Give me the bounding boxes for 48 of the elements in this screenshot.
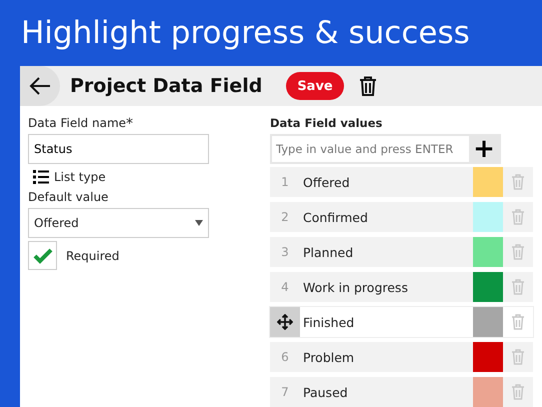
back-arrow-icon: [29, 77, 51, 96]
row-number: 1: [280, 175, 290, 190]
required-mark: *: [126, 116, 134, 132]
value-row[interactable]: 2 Confirmed: [270, 202, 533, 232]
save-button[interactable]: Save: [286, 72, 344, 100]
value-row[interactable]: 1 Offered: [270, 167, 533, 198]
row-number: 3: [280, 245, 290, 260]
color-swatch[interactable]: [473, 167, 503, 198]
drag-handle[interactable]: [270, 307, 300, 338]
value-label: Finished: [302, 314, 356, 330]
value-label: Paused: [302, 384, 349, 400]
caret-icon: [195, 220, 203, 226]
row-number: 2: [280, 210, 290, 224]
color-swatch[interactable]: [473, 237, 503, 268]
color-swatch[interactable]: [473, 377, 503, 407]
color-swatch[interactable]: [473, 342, 503, 372]
new-value-input-field[interactable]: Type in value and press ENTER: [272, 136, 469, 162]
row-number: 4: [280, 280, 290, 294]
value-label: Planned: [302, 244, 354, 260]
add-button[interactable]: +: [469, 136, 499, 162]
required-label: Required: [66, 248, 120, 263]
field-label: Default value: [28, 190, 108, 204]
color-swatch[interactable]: [473, 272, 503, 302]
value-label: Work in progress: [302, 280, 409, 295]
value-label: Problem: [302, 350, 356, 365]
name-input-field[interactable]: Status: [28, 134, 209, 164]
list-type-label: List type: [54, 170, 106, 184]
default-value-dropdown[interactable]: Offered: [28, 208, 209, 238]
color-swatch[interactable]: [473, 307, 503, 338]
value-row[interactable]: 4 Work in progress: [270, 272, 533, 302]
row-number: 7: [280, 385, 290, 400]
banner-title: Highlight progress & success: [20, 14, 471, 50]
color-swatch[interactable]: [473, 202, 503, 232]
value-row[interactable]: 6 Problem: [270, 342, 533, 372]
required-checkbox[interactable]: [28, 241, 57, 270]
row-number: 6: [280, 350, 290, 364]
field-label: Data Field name: [28, 116, 126, 130]
page-title: Project Data Field: [70, 75, 262, 98]
field-label: Data Field values: [270, 116, 384, 132]
back-button[interactable]: [20, 66, 60, 106]
value-label: Offered: [302, 174, 351, 190]
list-icon: [33, 170, 49, 184]
check-icon: [32, 248, 52, 264]
value-label: Confirmed: [302, 210, 369, 225]
value-row[interactable]: 3 Planned: [270, 237, 533, 268]
delete-icon[interactable]: [358, 76, 377, 96]
value-row[interactable]: 7 Paused: [270, 377, 533, 407]
move-icon: [277, 314, 293, 330]
